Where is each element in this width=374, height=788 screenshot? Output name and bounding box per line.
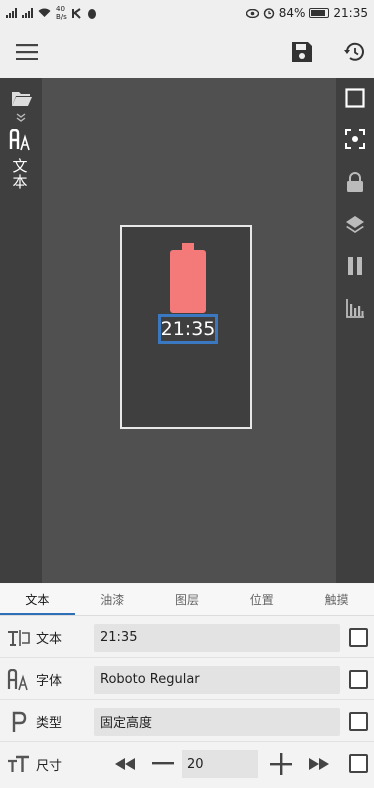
open-folder-button[interactable] — [10, 88, 32, 108]
selected-clock-text[interactable]: 21:35 — [158, 314, 218, 344]
font-property-checkbox[interactable] — [349, 670, 368, 689]
battery-widget-body — [170, 250, 206, 313]
penguin-icon — [87, 8, 96, 19]
type-property-label: 类型 — [36, 716, 63, 731]
equalizer-icon — [346, 299, 364, 318]
font-value-field[interactable]: Roboto Regular — [94, 665, 340, 694]
tab-touch[interactable]: 触摸 — [299, 584, 374, 615]
fast-forward-icon — [309, 758, 329, 770]
size-increase-button[interactable] — [262, 749, 300, 779]
focus-icon — [345, 129, 365, 149]
collapse-button[interactable] — [14, 112, 28, 124]
status-bar: 40 B/s 84% 21:35 — [0, 0, 374, 26]
battery-icon — [309, 8, 330, 18]
battery-percent: 84% — [278, 6, 306, 20]
size-property-checkbox[interactable] — [349, 754, 368, 773]
size-fast-forward-button[interactable] — [300, 749, 338, 779]
chevron-double-down-icon — [16, 113, 26, 122]
wifi-icon — [38, 8, 51, 17]
text-property-label: 文本 — [36, 632, 63, 647]
tab-paint[interactable]: 油漆 — [75, 584, 150, 615]
property-tabs: 文本 油漆 图层 位置 触摸 — [0, 584, 374, 616]
eye-icon — [245, 8, 259, 18]
font-icon — [4, 668, 34, 691]
type-property-row[interactable]: 类型 固定高度 — [0, 702, 374, 742]
k-app-icon — [71, 7, 81, 19]
text-tool-button[interactable] — [9, 128, 33, 152]
signal-icon-1 — [6, 8, 17, 18]
size-property-row[interactable]: 尺寸 20 — [0, 744, 374, 784]
pause-button[interactable] — [344, 255, 366, 277]
minus-icon — [152, 762, 174, 765]
save-icon — [292, 42, 312, 62]
network-speed: 40 B/s — [56, 5, 67, 21]
battery-widget-cap — [182, 243, 194, 251]
text-tool-label: 文本 — [12, 157, 28, 191]
font-property-label: 字体 — [36, 674, 63, 689]
history-button[interactable] — [336, 34, 372, 70]
signal-icon-2 — [22, 8, 33, 18]
text-property-checkbox[interactable] — [349, 628, 368, 647]
right-tool-rail — [336, 78, 374, 583]
text-value-input[interactable]: 21:35 — [94, 623, 340, 652]
lock-button[interactable] — [344, 171, 366, 193]
paragraph-icon — [4, 711, 34, 733]
menu-button[interactable] — [9, 34, 45, 70]
layers-button[interactable] — [344, 214, 366, 236]
size-rewind-button[interactable] — [106, 749, 144, 779]
type-value-field[interactable]: 固定高度 — [94, 707, 340, 736]
save-button[interactable] — [284, 34, 320, 70]
size-property-label: 尺寸 — [36, 758, 63, 774]
left-tool-rail: 文本 — [0, 78, 42, 583]
equalizer-button[interactable] — [344, 297, 366, 319]
lock-icon — [347, 172, 363, 192]
text-size-icon — [4, 754, 34, 774]
clock-text: 21:35 — [160, 318, 216, 340]
folder-icon — [11, 91, 32, 106]
history-icon — [344, 42, 364, 61]
size-decrease-button[interactable] — [144, 749, 182, 779]
layers-icon — [346, 216, 364, 233]
widget-canvas[interactable]: 21:35 — [120, 225, 252, 429]
pause-icon — [348, 257, 362, 275]
battery-widget-icon[interactable] — [170, 243, 206, 313]
rewind-icon — [115, 758, 135, 770]
font-property-row[interactable]: 字体 Roboto Regular — [0, 660, 374, 700]
tab-layer[interactable]: 图层 — [150, 584, 225, 615]
tab-text[interactable]: 文本 — [0, 584, 75, 615]
alarm-icon — [263, 8, 274, 19]
plus-icon — [270, 753, 292, 775]
square-icon — [345, 88, 365, 108]
text-field-icon — [4, 628, 34, 648]
status-time: 21:35 — [333, 6, 368, 20]
toolbar — [0, 26, 374, 78]
size-value-input[interactable]: 20 — [182, 750, 258, 778]
focus-button[interactable] — [344, 128, 366, 150]
text-property-row[interactable]: 文本 21:35 — [0, 618, 374, 658]
editor-workspace[interactable]: 文本 21:35 — [0, 78, 374, 583]
frame-button[interactable] — [344, 87, 366, 109]
menu-icon — [16, 44, 38, 60]
type-property-checkbox[interactable] — [349, 712, 368, 731]
text-tool-icon — [9, 129, 30, 151]
size-stepper: 20 — [106, 749, 338, 779]
tab-position[interactable]: 位置 — [224, 584, 299, 615]
